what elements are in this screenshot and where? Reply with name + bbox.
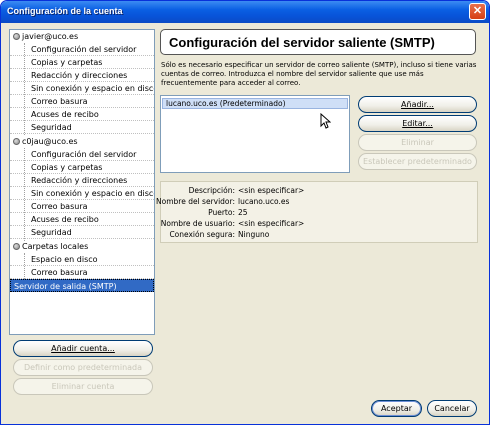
detail-row: Descripción: <sin especificar> bbox=[161, 185, 479, 196]
tree-item[interactable]: Acuses de recibo bbox=[10, 213, 154, 226]
tree-item[interactable]: Copias y carpetas bbox=[10, 56, 154, 69]
account-icon bbox=[13, 33, 20, 40]
accept-button[interactable]: Aceptar bbox=[371, 400, 422, 417]
set-default-account-button[interactable]: Definir como predeterminada bbox=[13, 359, 153, 376]
add-account-label: Añadir cuenta... bbox=[51, 344, 115, 353]
tree-account-javier[interactable]: javier@uco.es bbox=[10, 30, 154, 43]
add-server-button[interactable]: Añadir... bbox=[358, 96, 477, 113]
edit-server-label: Editar... bbox=[402, 119, 433, 128]
detail-label: Nombre de usuario: bbox=[160, 219, 235, 228]
add-account-button[interactable]: Añadir cuenta... bbox=[13, 340, 153, 357]
detail-row: Nombre del servidor: lucano.uco.es bbox=[156, 196, 479, 207]
tree-item[interactable]: Sin conexión y espacio en disco bbox=[10, 187, 154, 200]
tree-item[interactable]: Redacción y direcciones bbox=[10, 69, 154, 82]
account-settings-window: Configuración de la cuenta ✕ javier@uco.… bbox=[0, 0, 490, 425]
detail-value: Ninguno bbox=[238, 230, 270, 239]
detail-label: Nombre del servidor: bbox=[156, 197, 235, 206]
detail-row: Puerto: 25 bbox=[161, 207, 479, 218]
tree-local-folders[interactable]: Carpetas locales bbox=[10, 240, 154, 253]
tree-item[interactable]: Correo basura bbox=[10, 95, 154, 108]
mouse-cursor-icon bbox=[320, 113, 331, 129]
title-bar[interactable]: Configuración de la cuenta ✕ bbox=[1, 1, 489, 23]
tree-item[interactable]: Espacio en disco bbox=[10, 253, 154, 266]
account-icon bbox=[13, 138, 20, 145]
detail-value: 25 bbox=[238, 208, 248, 217]
tree-item[interactable]: Acuses de recibo bbox=[10, 108, 154, 121]
server-details: Descripción: <sin especificar> Nombre del… bbox=[156, 181, 479, 243]
detail-label: Puerto: bbox=[208, 208, 235, 217]
tree-account-label: javier@uco.es bbox=[22, 32, 79, 41]
detail-value: <sin especificar> bbox=[238, 219, 305, 228]
tree-item[interactable]: Redacción y direcciones bbox=[10, 174, 154, 187]
detail-row: Nombre de usuario: <sin especificar> bbox=[161, 218, 479, 229]
detail-row: Conexión segura: Ninguno bbox=[161, 229, 479, 240]
delete-server-button[interactable]: Eliminar bbox=[358, 134, 477, 151]
tree-item[interactable]: Seguridad bbox=[10, 121, 154, 134]
detail-label: Descripción: bbox=[188, 186, 235, 195]
detail-value: lucano.uco.es bbox=[238, 197, 290, 206]
tree-item[interactable]: Correo basura bbox=[10, 200, 154, 213]
detail-label: Conexión segura: bbox=[169, 230, 235, 239]
delete-account-button[interactable]: Eliminar cuenta bbox=[13, 378, 153, 395]
add-server-label: Añadir... bbox=[401, 100, 434, 109]
list-item[interactable]: lucano.uco.es (Predeterminado) bbox=[162, 98, 348, 109]
smtp-server-list[interactable]: lucano.uco.es (Predeterminado) bbox=[160, 95, 350, 173]
cancel-button[interactable]: Cancelar bbox=[427, 400, 477, 417]
tree-item[interactable]: Seguridad bbox=[10, 226, 154, 239]
account-tree[interactable]: javier@uco.es Configuración del servidor… bbox=[9, 29, 155, 335]
panel-description: Sólo es necesario especificar un servido… bbox=[161, 61, 477, 87]
tree-item[interactable]: Sin conexión y espacio en disco bbox=[10, 82, 154, 95]
set-default-server-button[interactable]: Establecer predeterminado bbox=[358, 153, 477, 170]
tree-item[interactable]: Copias y carpetas bbox=[10, 161, 154, 174]
tree-item-smtp-selected[interactable]: Servidor de salida (SMTP) bbox=[10, 279, 154, 292]
tree-item[interactable]: Configuración del servidor bbox=[10, 43, 154, 56]
window-title: Configuración de la cuenta bbox=[7, 6, 123, 16]
tree-account-c0jau[interactable]: c0jau@uco.es bbox=[10, 135, 154, 148]
tree-item[interactable]: Correo basura bbox=[10, 266, 154, 279]
page-title: Configuración del servidor saliente (SMT… bbox=[169, 35, 435, 50]
panel-header: Configuración del servidor saliente (SMT… bbox=[160, 29, 476, 55]
local-folders-icon bbox=[13, 243, 20, 250]
tree-account-label: Carpetas locales bbox=[22, 242, 89, 251]
tree-account-label: c0jau@uco.es bbox=[22, 137, 78, 146]
close-button[interactable]: ✕ bbox=[469, 3, 486, 20]
edit-server-button[interactable]: Editar... bbox=[358, 115, 477, 132]
tree-item[interactable]: Configuración del servidor bbox=[10, 148, 154, 161]
detail-value: <sin especificar> bbox=[238, 186, 305, 195]
